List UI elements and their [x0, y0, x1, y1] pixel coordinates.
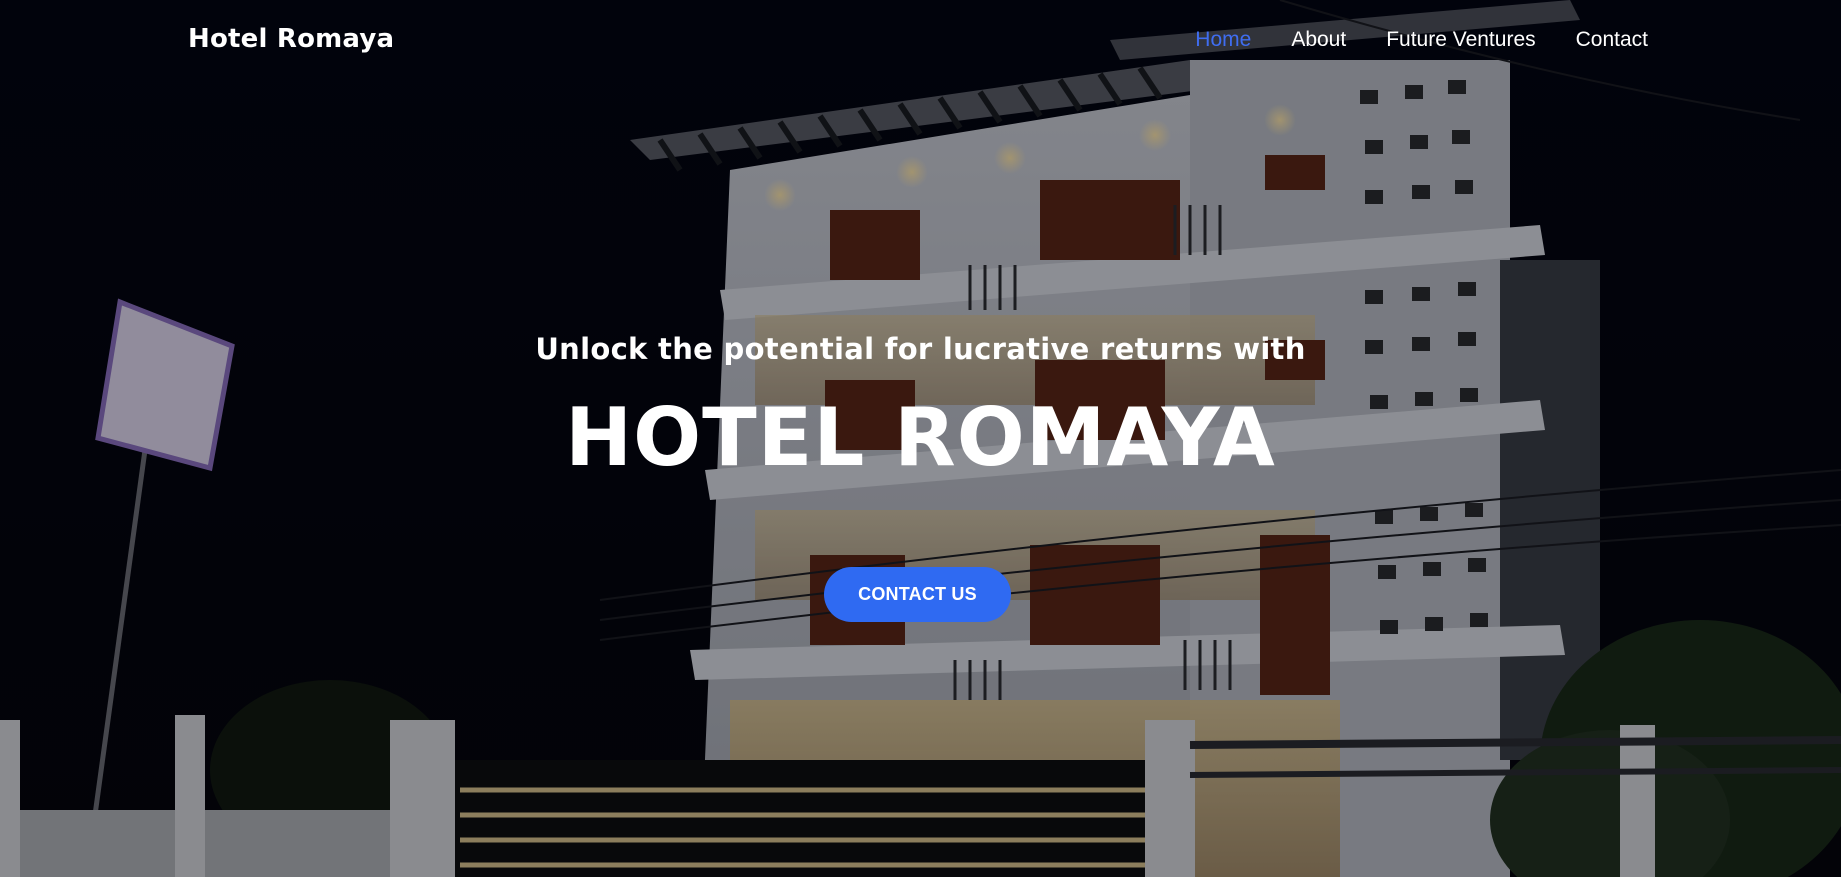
nav-home-link[interactable]: Home: [1195, 28, 1251, 52]
site-header: Hotel Romaya Home About Future Ventures …: [0, 0, 1841, 82]
main-nav: Home About Future Ventures Contact: [1195, 28, 1648, 52]
nav-future-ventures-link[interactable]: Future Ventures: [1386, 28, 1535, 52]
nav-contact-link[interactable]: Contact: [1576, 28, 1648, 52]
hero-section: Hotel Romaya Home About Future Ventures …: [0, 0, 1841, 877]
hero-title: HOTEL ROMAYA: [565, 391, 1276, 484]
hero-content: Unlock the potential for lucrative retur…: [0, 0, 1841, 877]
contact-us-button[interactable]: CONTACT US: [824, 567, 1011, 622]
nav-about-link[interactable]: About: [1291, 28, 1346, 52]
hero-subtitle: Unlock the potential for lucrative retur…: [535, 332, 1306, 366]
brand-logo-link[interactable]: Hotel Romaya: [188, 24, 394, 54]
